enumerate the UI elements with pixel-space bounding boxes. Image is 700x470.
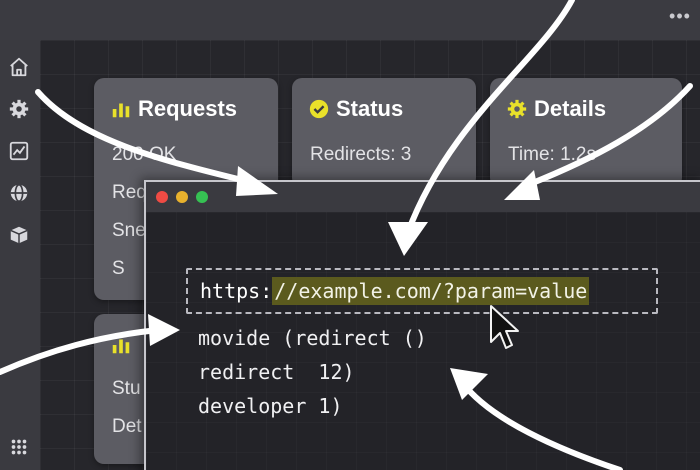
lower-line: Stu — [112, 378, 141, 399]
status-card-title: Status — [308, 94, 403, 124]
check-circle-icon — [309, 99, 329, 119]
requests-title: Requests — [138, 96, 238, 121]
more-options-icon[interactable]: ••• — [668, 7, 692, 25]
gear-icon — [507, 99, 527, 119]
requests-line: S — [112, 258, 125, 279]
gear-icon[interactable] — [6, 96, 32, 122]
code-line: redirect 12) — [198, 360, 355, 384]
lower-card-title — [110, 330, 138, 360]
details-card[interactable]: Details Time: 1.2s — [490, 78, 682, 188]
close-window-button[interactable] — [156, 191, 168, 203]
top-bar: ••• — [0, 0, 700, 40]
bar-chart-icon — [112, 339, 130, 354]
requests-line: Req — [112, 182, 147, 203]
details-card-title: Details — [506, 94, 606, 124]
details-line: Time: 1.2s — [508, 144, 596, 165]
status-line: Redirects: 3 — [310, 144, 412, 165]
requests-line: 200 OK — [112, 144, 177, 165]
box-icon[interactable] — [6, 222, 32, 248]
maximize-window-button[interactable] — [196, 191, 208, 203]
url-selected-text[interactable]: //example.com/?param=value — [272, 277, 590, 305]
chart-line-icon[interactable] — [6, 138, 32, 164]
status-card[interactable]: Status Redirects: 3 — [292, 78, 476, 188]
home-icon[interactable] — [6, 54, 32, 80]
status-title: Status — [336, 96, 404, 121]
terminal-titlebar[interactable] — [146, 182, 700, 212]
bar-chart-icon — [112, 103, 130, 118]
details-title: Details — [534, 96, 607, 121]
globe-icon[interactable] — [6, 180, 32, 206]
sidebar — [0, 40, 40, 470]
mouse-cursor-icon — [490, 305, 519, 349]
terminal-window[interactable]: https://example.com/?param=value movide … — [144, 180, 700, 470]
requests-line: Sne — [112, 220, 146, 241]
code-line: developer 1) — [198, 394, 343, 418]
apps-grid-icon[interactable] — [6, 434, 32, 460]
lower-line: Det — [112, 416, 142, 437]
url-field[interactable]: https://example.com/?param=value — [186, 268, 658, 314]
minimize-window-button[interactable] — [176, 191, 188, 203]
code-line: movide (redirect () — [198, 326, 427, 350]
terminal-body[interactable]: https://example.com/?param=value movide … — [146, 212, 700, 470]
requests-card-title: Requests — [110, 94, 237, 124]
url-prefix: https: — [200, 279, 273, 303]
